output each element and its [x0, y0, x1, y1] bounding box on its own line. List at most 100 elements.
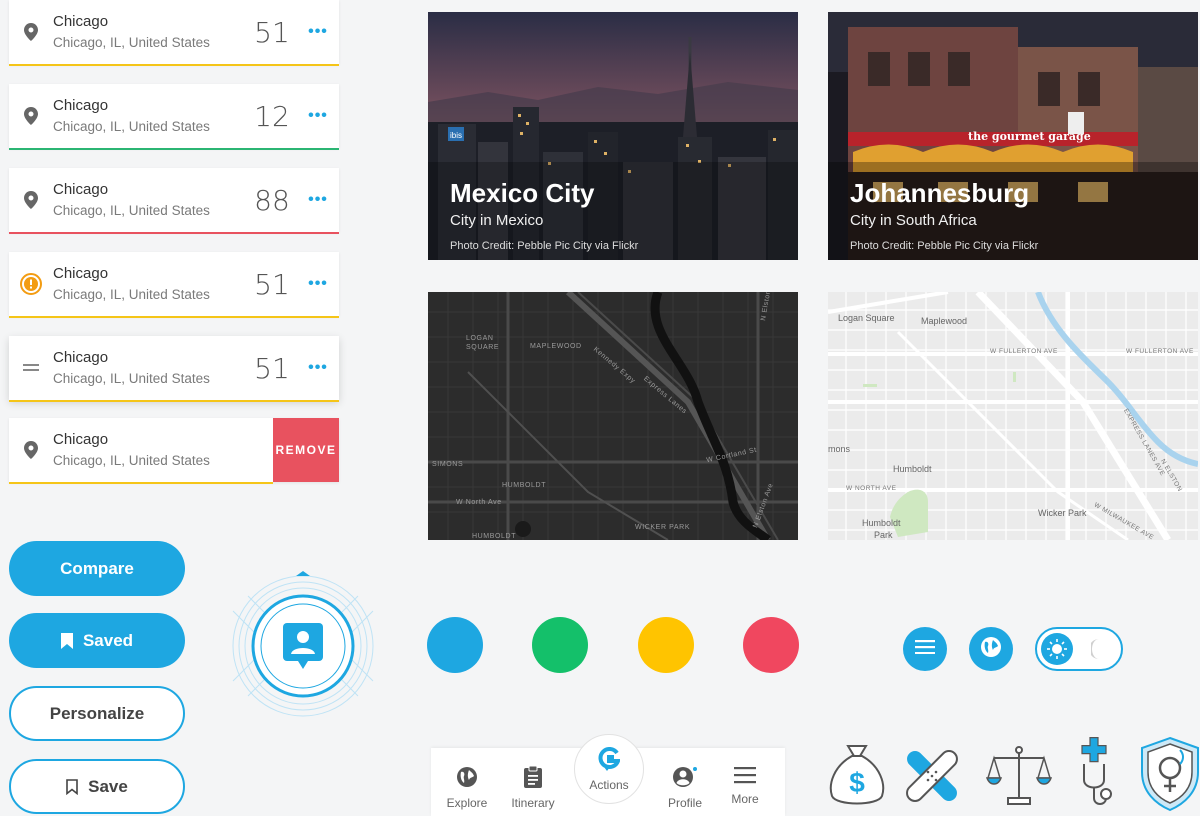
- dark-map[interactable]: LOGAN SQUARE MAPLEWOOD Kennedy Expy Expr…: [428, 292, 798, 540]
- nav-item-explore[interactable]: Explore: [437, 766, 497, 810]
- compare-label: Compare: [60, 558, 134, 578]
- status-bar: [9, 64, 339, 66]
- photo-title: Johannesburg: [850, 178, 1030, 208]
- compare-button[interactable]: Compare: [9, 541, 185, 596]
- city-card[interactable]: Chicago Chicago, IL, United States 51 ••…: [9, 252, 339, 318]
- city-card[interactable]: Chicago Chicago, IL, United States REMOV…: [9, 418, 339, 484]
- city-card[interactable]: Chicago Chicago, IL, United States 51 ••…: [9, 336, 339, 402]
- nav-item-actions[interactable]: Actions: [574, 734, 644, 804]
- city-card[interactable]: Chicago Chicago, IL, United States 51 ••…: [9, 0, 339, 66]
- map-label: Humboldt: [893, 464, 932, 474]
- city-card[interactable]: Chicago Chicago, IL, United States 12 ••…: [9, 84, 339, 150]
- status-bar: [9, 148, 339, 150]
- more-options-icon[interactable]: •••: [297, 191, 339, 209]
- photo-subtitle: City in South Africa: [850, 212, 977, 229]
- menu-icon: [915, 639, 935, 659]
- bottom-nav: Explore Itinerary Actions Profile More: [431, 734, 785, 816]
- photo-subtitle: City in Mexico: [450, 212, 544, 229]
- color-swatch-blue[interactable]: [427, 617, 483, 673]
- scales-icon: [985, 744, 1053, 813]
- clipboard-icon: [524, 765, 542, 792]
- sun-icon: [1041, 633, 1073, 665]
- location-pin-icon: [9, 23, 53, 41]
- map-label: SQUARE: [466, 344, 500, 351]
- moon-icon: [1089, 638, 1111, 665]
- status-bar: [9, 482, 273, 484]
- globe-icon: [980, 636, 1002, 663]
- drag-handle-icon[interactable]: [9, 364, 53, 372]
- g-logo-icon: [598, 747, 621, 775]
- map-label: Park: [874, 530, 893, 540]
- city-card[interactable]: Chicago Chicago, IL, United States 88 ••…: [9, 168, 339, 234]
- status-bar: [9, 316, 339, 318]
- nav-label: Actions: [589, 778, 629, 792]
- photo-title: Mexico City: [450, 178, 595, 208]
- bookmark-filled-icon: [60, 632, 73, 649]
- map-label: MAPLEWOOD: [530, 343, 582, 350]
- nav-item-profile[interactable]: Profile: [655, 766, 715, 810]
- city-name: Chicago: [53, 180, 109, 198]
- more-options-icon[interactable]: •••: [297, 23, 339, 41]
- more-options-icon[interactable]: •••: [297, 275, 339, 293]
- city-location: Chicago, IL, United States: [53, 34, 210, 50]
- location-pin-icon: [9, 107, 53, 125]
- more-options-icon[interactable]: •••: [297, 359, 339, 377]
- color-swatch-yellow[interactable]: [638, 617, 694, 673]
- stethoscope-icon: [1078, 736, 1118, 816]
- remove-button[interactable]: REMOVE: [273, 418, 339, 482]
- city-name: Chicago: [53, 12, 109, 30]
- city-count: 12: [254, 99, 290, 133]
- city-location: Chicago, IL, United States: [53, 286, 210, 302]
- location-badge[interactable]: [228, 571, 378, 721]
- city-location: Chicago, IL, United States: [53, 118, 210, 134]
- city-count: 51: [254, 15, 290, 49]
- day-night-toggle[interactable]: [1035, 627, 1123, 671]
- map-label: W North Ave: [456, 499, 502, 506]
- city-location: Chicago, IL, United States: [53, 370, 210, 386]
- globe-button[interactable]: [969, 627, 1013, 671]
- nav-label: Profile: [667, 796, 702, 810]
- personalize-label: Personalize: [49, 703, 145, 723]
- hotel-sign: ibis: [450, 131, 462, 140]
- map-label: SIMONS: [432, 461, 464, 468]
- status-bar: [9, 400, 339, 402]
- saved-button[interactable]: Saved: [9, 613, 185, 668]
- map-label: Maplewood: [921, 316, 968, 326]
- menu-button[interactable]: [903, 627, 947, 671]
- map-label: Logan Square: [838, 313, 895, 323]
- city-name: Chicago: [53, 430, 109, 448]
- nav-label: Explore: [446, 796, 488, 810]
- save-button[interactable]: Save: [9, 759, 185, 814]
- map-label: HUMBOLDT: [472, 533, 517, 540]
- alert-icon: [9, 273, 53, 295]
- city-photo-card-johannesburg[interactable]: the gourmet garage Johannesburg City in …: [828, 12, 1198, 260]
- photo-credit: Photo Credit: Pebble Pic City via Flickr: [850, 240, 1039, 252]
- city-location: Chicago, IL, United States: [53, 202, 210, 218]
- map-label: mons: [828, 444, 851, 454]
- color-swatch-red[interactable]: [743, 617, 799, 673]
- city-name: Chicago: [53, 96, 109, 114]
- city-photo-card-mexico[interactable]: ibis Mexico City City in Mexico Photo Cr…: [428, 12, 798, 260]
- more-options-icon[interactable]: •••: [297, 107, 339, 125]
- location-pin-icon: [9, 441, 53, 459]
- nav-item-itinerary[interactable]: Itinerary: [503, 765, 563, 810]
- money-bag-icon: $: [826, 736, 888, 813]
- save-label: Save: [88, 776, 128, 796]
- city-location: Chicago, IL, United States: [53, 452, 210, 468]
- light-map-streets: [828, 292, 1198, 540]
- light-map[interactable]: Logan Square Maplewood W FULLERTON AVE W…: [828, 292, 1198, 540]
- location-pin-icon: [9, 191, 53, 209]
- menu-icon: [734, 767, 756, 788]
- svg-text:$: $: [849, 767, 865, 798]
- city-count: 51: [254, 351, 290, 385]
- map-label: Wicker Park: [1038, 508, 1087, 518]
- nav-item-more[interactable]: More: [715, 766, 775, 806]
- map-label: Humboldt: [862, 518, 901, 528]
- personalize-button[interactable]: Personalize: [9, 686, 185, 741]
- status-bar: [9, 232, 339, 234]
- map-label: W FULLERTON AVE: [990, 348, 1058, 355]
- globe-icon: [456, 767, 478, 792]
- map-label: W NORTH AVE: [846, 485, 897, 492]
- color-swatch-green[interactable]: [532, 617, 588, 673]
- map-label: HUMBOLDT: [502, 482, 547, 489]
